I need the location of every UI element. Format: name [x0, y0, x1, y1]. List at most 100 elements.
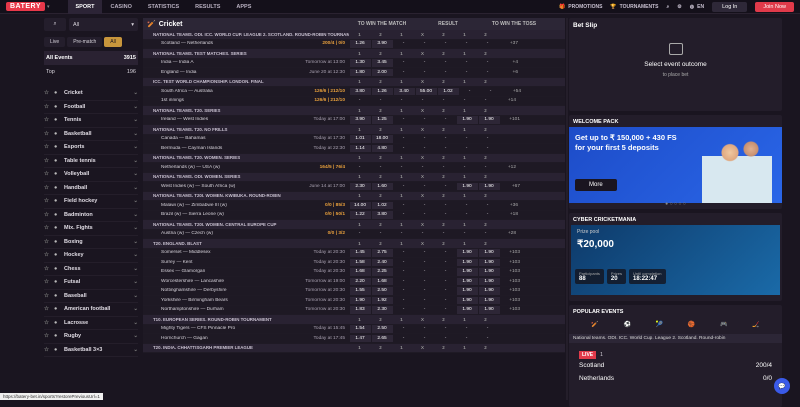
league-row[interactable]: NATIONAL TEAMS. T20. WOMEN. SERIES121X21… — [143, 154, 565, 164]
nav-results[interactable]: RESULTS — [187, 0, 228, 14]
odds-cell[interactable]: - — [433, 165, 454, 170]
match-name[interactable]: Malawi (w) — Zimbabwe III (w) — [143, 203, 293, 208]
odds-cell[interactable]: - — [393, 41, 414, 46]
odds-cell[interactable]: - — [480, 89, 501, 94]
sidebar-item-sport[interactable]: ☆●Badminton⌄ — [44, 209, 138, 223]
odds-cell[interactable]: - — [393, 212, 414, 217]
match-name[interactable]: Northamptonshire — Durham — [143, 307, 293, 312]
hockey-icon[interactable]: 🏒 — [752, 321, 759, 328]
table-row[interactable]: South Africa — Australia126/6 | 212/103.… — [143, 87, 565, 97]
star-icon[interactable]: ☆ — [44, 252, 54, 258]
chevron-down-icon[interactable]: ⌄ — [133, 279, 138, 285]
odds-cell[interactable]: - — [435, 269, 456, 274]
sidebar-item-sport[interactable]: ☆●Lacrosse⌄ — [44, 317, 138, 331]
table-row[interactable]: India — India ATomorrow at 13:001.303.45… — [143, 59, 565, 69]
odds-cell[interactable]: - — [412, 165, 433, 170]
search-icon[interactable]: ⌕ — [44, 18, 66, 31]
odds-cell[interactable]: 1.83 — [350, 306, 371, 314]
chevron-down-icon[interactable]: ⌄ — [133, 347, 138, 353]
odds-cell[interactable]: 1.90 — [457, 259, 478, 267]
league-row[interactable]: NATIONAL TEAMS. TEST MATCHES. SERIES121X… — [143, 49, 565, 59]
chevron-down-icon[interactable]: ⌄ — [133, 198, 138, 204]
sidebar-item-sport[interactable]: ☆●Field hockey⌄ — [44, 195, 138, 209]
sidebar-item-sport[interactable]: ☆●Tennis⌄ — [44, 114, 138, 128]
odds-cell[interactable]: - — [414, 136, 435, 141]
match-name[interactable]: Mighty Tigers — CFS Pinnacle Pro — [143, 326, 293, 331]
sidebar-item-sport[interactable]: ☆●Handball⌄ — [44, 182, 138, 196]
odds-cell[interactable]: 3.90 — [372, 40, 393, 48]
odds-cell[interactable]: - — [414, 203, 435, 208]
odds-cell[interactable]: - — [456, 212, 477, 217]
league-row[interactable]: NATIONAL TEAMS. ODI. WOMEN. SERIES121X21… — [143, 173, 565, 183]
star-icon[interactable]: ☆ — [44, 144, 54, 150]
more-markets[interactable]: +18 — [498, 212, 518, 217]
odds-cell[interactable]: 3.45 — [372, 59, 393, 67]
odds-cell[interactable]: - — [433, 98, 454, 103]
odds-cell[interactable]: - — [435, 288, 456, 293]
odds-cell[interactable]: - — [393, 146, 414, 151]
odds-cell[interactable]: 1.90 — [479, 268, 500, 276]
filter-prematch[interactable]: Pre-match — [67, 37, 102, 47]
sidebar-item-sport[interactable]: ☆●Futsal⌄ — [44, 276, 138, 290]
table-row[interactable]: Hornchurch — GaganToday at 17:451.472.65… — [143, 334, 565, 344]
odds-cell[interactable]: 1.54 — [350, 325, 371, 333]
sidebar-item-sport[interactable]: ☆●Esports⌄ — [44, 141, 138, 155]
odds-cell[interactable]: 1.14 — [350, 145, 371, 153]
star-icon[interactable]: ☆ — [44, 320, 54, 326]
match-name[interactable]: Hornchurch — Gagan — [143, 336, 293, 341]
more-button[interactable]: More — [575, 179, 617, 191]
odds-cell[interactable]: - — [349, 165, 370, 170]
sidebar-item-sport[interactable]: ☆●Basketball⌄ — [44, 128, 138, 142]
odds-cell[interactable]: - — [435, 260, 456, 265]
more-markets[interactable]: +54 — [501, 89, 521, 94]
table-row[interactable]: Yorkshire — Birmingham BearsTomorrow at … — [143, 296, 565, 306]
odds-cell[interactable]: - — [370, 98, 391, 103]
odds-cell[interactable]: - — [393, 70, 414, 75]
chevron-down-icon[interactable]: ⌄ — [133, 320, 138, 326]
odds-cell[interactable]: - — [435, 250, 456, 255]
popular-league[interactable]: National teams. ODI. ICC. World Cup. Lea… — [569, 334, 782, 343]
match-name[interactable]: Brazil (w) — Sierra Leone (w) — [143, 212, 293, 217]
odds-cell[interactable]: 3.40 — [394, 88, 415, 96]
odds-cell[interactable]: - — [477, 41, 498, 46]
odds-cell[interactable]: - — [475, 165, 496, 170]
scrollbar[interactable] — [566, 18, 568, 400]
odds-cell[interactable]: 2.20 — [350, 278, 371, 286]
league-row[interactable]: NATIONAL TEAMS. T20I. WOMEN. KWIBUKA. RO… — [143, 192, 565, 202]
odds-cell[interactable]: - — [414, 146, 435, 151]
odds-cell[interactable]: 1.90 — [479, 278, 500, 286]
odds-cell[interactable]: - — [433, 231, 454, 236]
odds-cell[interactable]: - — [477, 326, 498, 331]
league-row[interactable]: ICC. TEST WORLD CHAMPIONSHIP. LONDON. FI… — [143, 78, 565, 88]
odds-cell[interactable]: - — [393, 307, 414, 312]
odds-cell[interactable]: 1.02 — [372, 202, 393, 210]
odds-cell[interactable]: 14.00 — [350, 202, 371, 210]
odds-cell[interactable]: - — [414, 336, 435, 341]
odds-cell[interactable]: - — [435, 212, 456, 217]
sidebar-item-sport[interactable]: ☆●Volleyball⌄ — [44, 168, 138, 182]
odds-cell[interactable]: 1.30 — [350, 59, 371, 67]
odds-cell[interactable]: - — [414, 288, 435, 293]
table-row[interactable]: Bermuda — Cayman IslandsToday at 22:301.… — [143, 144, 565, 154]
match-name[interactable]: Yorkshire — Birmingham Bears — [143, 298, 293, 303]
chevron-down-icon[interactable]: ▾ — [47, 4, 50, 10]
chevron-down-icon[interactable]: ⌄ — [133, 185, 138, 191]
odds-cell[interactable]: - — [414, 307, 435, 312]
odds-cell[interactable]: - — [414, 60, 435, 65]
filter-live[interactable]: Live — [44, 37, 65, 47]
league-row[interactable]: T10. EUROPEAN SERIES. ROUND-ROBIN TOURNA… — [143, 315, 565, 325]
team-row[interactable]: Scotland200/4 — [569, 359, 782, 372]
more-markets[interactable]: +103 — [500, 298, 520, 303]
odds-cell[interactable]: - — [393, 298, 414, 303]
odds-cell[interactable]: - — [477, 70, 498, 75]
chevron-down-icon[interactable]: ⌄ — [133, 252, 138, 258]
star-icon[interactable]: ☆ — [44, 293, 54, 299]
odds-cell[interactable]: 2.50 — [372, 325, 393, 333]
sidebar-item-sport[interactable]: ☆●Football⌄ — [44, 101, 138, 115]
chevron-down-icon[interactable]: ⌄ — [133, 212, 138, 218]
sidebar-item-sport[interactable]: ☆●Mix. Fights⌄ — [44, 222, 138, 236]
basketball-icon[interactable]: 🏀 — [688, 321, 695, 328]
table-row[interactable]: England — IndiaJune 20 at 12:301.802.00-… — [143, 68, 565, 78]
odds-cell[interactable]: - — [477, 146, 498, 151]
odds-cell[interactable]: - — [412, 98, 433, 103]
